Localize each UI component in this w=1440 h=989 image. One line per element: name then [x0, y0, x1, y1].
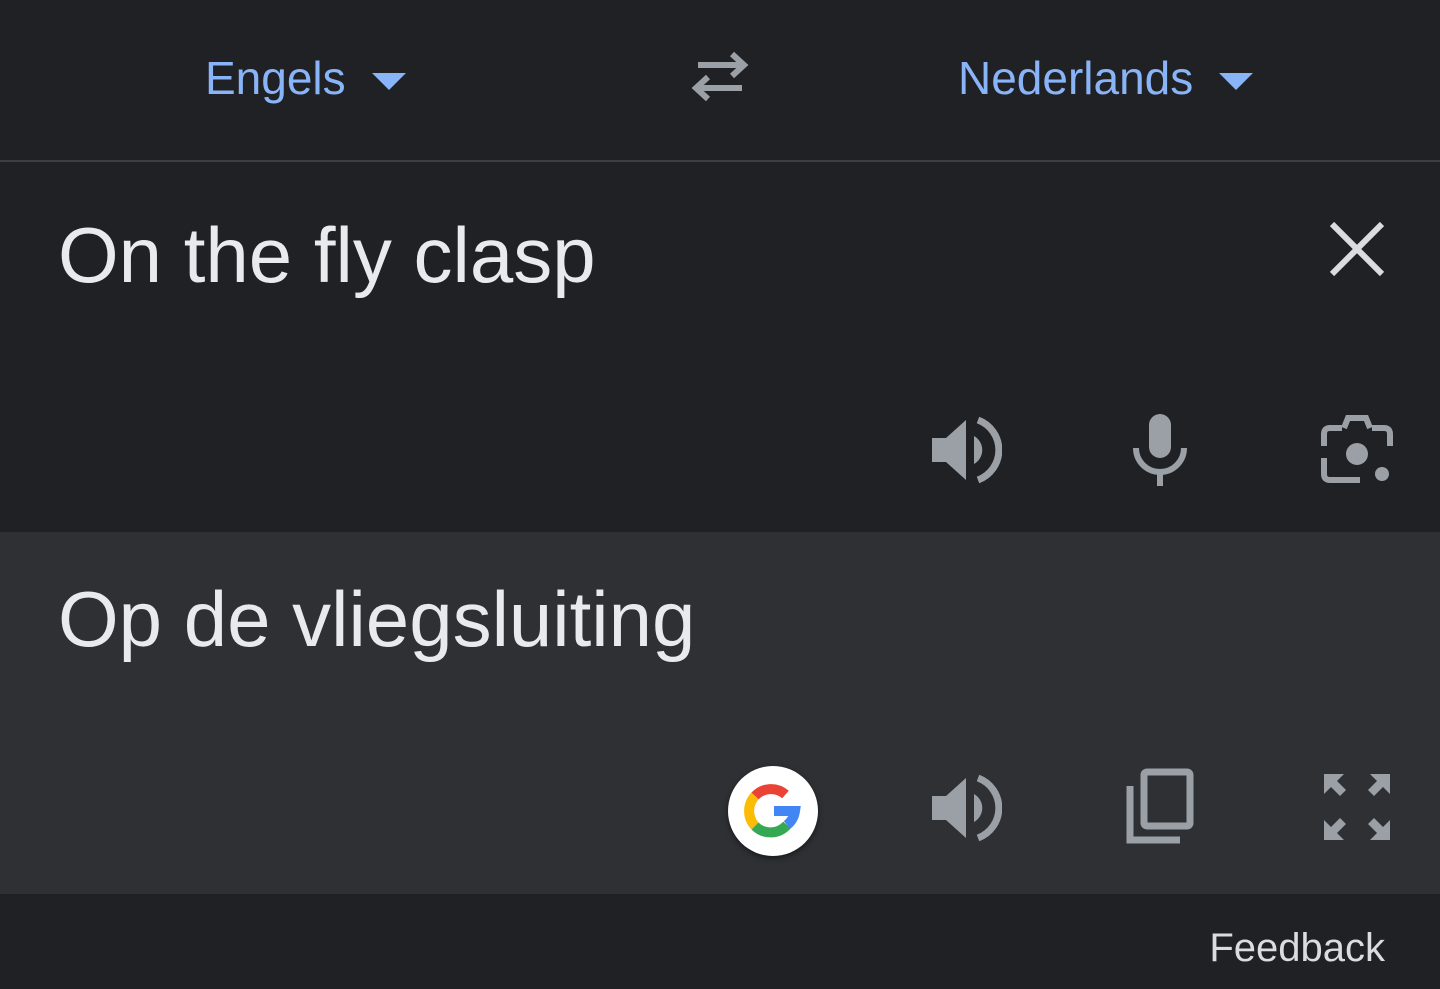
camera-icon[interactable]: [1320, 414, 1394, 486]
swap-arrows-icon[interactable]: [684, 48, 756, 104]
footer: Feedback: [0, 894, 1440, 989]
google-g-icon: [744, 784, 801, 838]
source-language-label: Engels: [205, 52, 346, 104]
feedback-link[interactable]: Feedback: [1209, 924, 1385, 972]
speaker-icon[interactable]: [928, 772, 1002, 844]
fullscreen-icon[interactable]: [1320, 770, 1394, 844]
source-text-input[interactable]: On the fly clasp: [58, 210, 596, 300]
target-language-label: Nederlands: [958, 52, 1194, 104]
microphone-icon[interactable]: [1130, 412, 1190, 488]
translated-text: Op de vliegsluiting: [58, 575, 696, 663]
language-bar: Engels Nederlands: [0, 0, 1440, 162]
close-icon[interactable]: [1326, 218, 1388, 280]
source-language-selector[interactable]: Engels: [205, 50, 406, 106]
target-language-selector[interactable]: Nederlands: [958, 50, 1254, 106]
caret-down-icon: [371, 72, 406, 90]
caret-down-icon: [1219, 72, 1254, 90]
google-search-button[interactable]: [728, 766, 818, 856]
copy-icon[interactable]: [1124, 768, 1196, 846]
speaker-icon[interactable]: [928, 414, 1002, 486]
source-panel: On the fly clasp: [0, 162, 1440, 532]
translation-panel: Op de vliegsluiting: [0, 532, 1440, 894]
